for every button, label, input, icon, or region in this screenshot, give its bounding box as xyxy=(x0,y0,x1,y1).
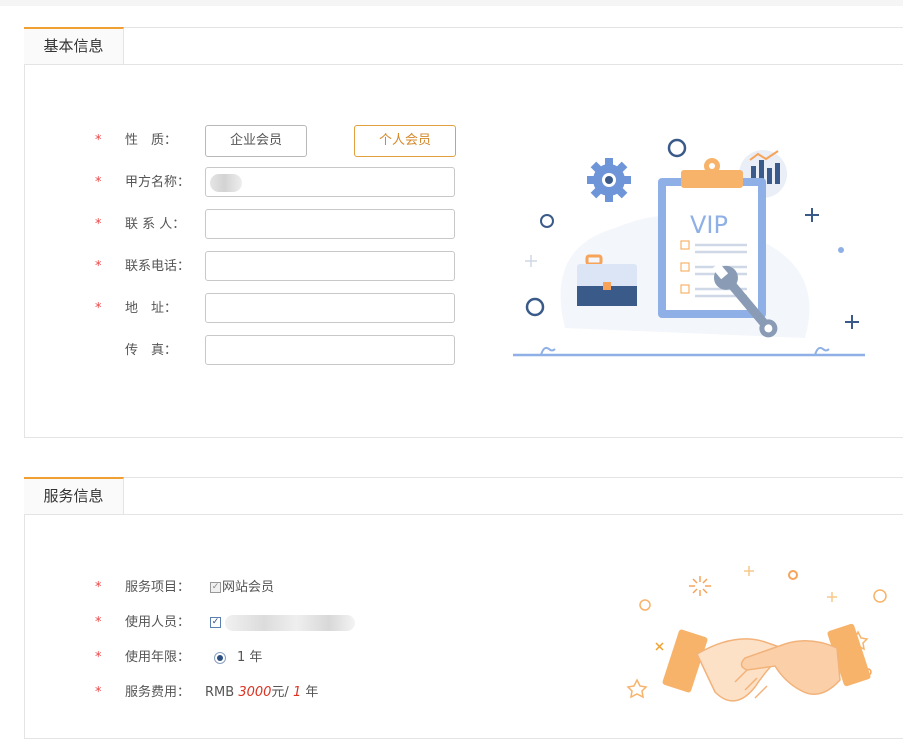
nature-row: * 性 质： 企业会员 个人会员 xyxy=(25,125,485,157)
required-mark: * xyxy=(95,615,102,630)
service-years-label: 使用年限： xyxy=(125,650,191,665)
fee-unit: 元/ xyxy=(271,685,289,700)
one-year-option: 1 年 xyxy=(237,650,263,665)
phone-row: * 联系电话： xyxy=(25,251,485,283)
required-mark: * xyxy=(95,259,102,274)
fax-input[interactable] xyxy=(205,335,455,365)
required-mark: * xyxy=(95,650,102,665)
service-project-row: * 服务项目： ✓ 网站会员 xyxy=(25,576,485,600)
fee-years-suffix: 年 xyxy=(305,685,319,700)
address-label: 地 址： xyxy=(125,301,178,316)
fax-label: 传 真： xyxy=(125,343,178,358)
vip-clipboard-illustration: VIP xyxy=(513,138,865,357)
redacted-value xyxy=(210,174,242,192)
vip-text: VIP xyxy=(690,211,728,239)
redacted-user-name xyxy=(225,615,355,631)
basic-info-tabbar: 基本信息 xyxy=(24,27,903,65)
fax-row: 传 真： xyxy=(25,335,485,367)
required-mark: * xyxy=(95,175,102,190)
service-user-row: * 使用人员： ✓ xyxy=(25,611,485,635)
service-user-label: 使用人员： xyxy=(125,615,191,630)
one-year-radio[interactable] xyxy=(214,652,226,664)
required-mark: * xyxy=(95,685,102,700)
top-strip xyxy=(0,0,903,6)
contact-row: * 联 系 人： xyxy=(25,209,485,241)
fee-amount: 3000 xyxy=(238,685,272,700)
party-name-label: 甲方名称： xyxy=(125,175,191,190)
address-row: * 地 址： xyxy=(25,293,485,325)
basic-info-panel: 基本信息 * 性 质： 企业会员 个人会员 * 甲方名称： * 联 系 人： *… xyxy=(24,27,903,438)
required-mark: * xyxy=(95,580,102,595)
service-info-tabbar: 服务信息 xyxy=(24,477,903,515)
required-mark: * xyxy=(95,301,102,316)
website-member-checkbox[interactable]: ✓ xyxy=(210,582,221,593)
fee-years: 1 xyxy=(292,685,302,700)
fee-currency: RMB xyxy=(205,685,235,700)
service-fee-label: 服务费用： xyxy=(125,685,191,700)
service-years-row: * 使用年限： 1 年 xyxy=(25,646,485,670)
service-info-panel: 服务信息 * 服务项目： ✓ 网站会员 * 使用人员： ✓ * 使用年限： 1 … xyxy=(24,477,903,739)
service-project-value: 网站会员 xyxy=(222,580,275,595)
address-input[interactable] xyxy=(205,293,455,323)
required-mark: * xyxy=(95,217,102,232)
user-checkbox[interactable]: ✓ xyxy=(210,617,221,628)
handshake-illustration xyxy=(626,566,887,702)
contact-label: 联 系 人： xyxy=(125,217,186,232)
tab-basic-info[interactable]: 基本信息 xyxy=(24,27,124,64)
service-fee-value: RMB 3000元/ 1 年 xyxy=(205,681,318,705)
personal-member-button[interactable]: 个人会员 xyxy=(354,125,456,157)
contact-input[interactable] xyxy=(205,209,455,239)
company-member-button[interactable]: 企业会员 xyxy=(205,125,307,157)
service-project-label: 服务项目： xyxy=(125,580,191,595)
service-fee-row: * 服务费用： RMB 3000元/ 1 年 xyxy=(25,681,485,705)
required-mark: * xyxy=(95,133,102,148)
party-name-input[interactable] xyxy=(205,167,455,197)
party-name-row: * 甲方名称： xyxy=(25,167,485,199)
tab-service-info[interactable]: 服务信息 xyxy=(24,477,124,514)
nature-label: 性 质： xyxy=(125,133,178,148)
phone-label: 联系电话： xyxy=(125,259,191,274)
phone-input[interactable] xyxy=(205,251,455,281)
